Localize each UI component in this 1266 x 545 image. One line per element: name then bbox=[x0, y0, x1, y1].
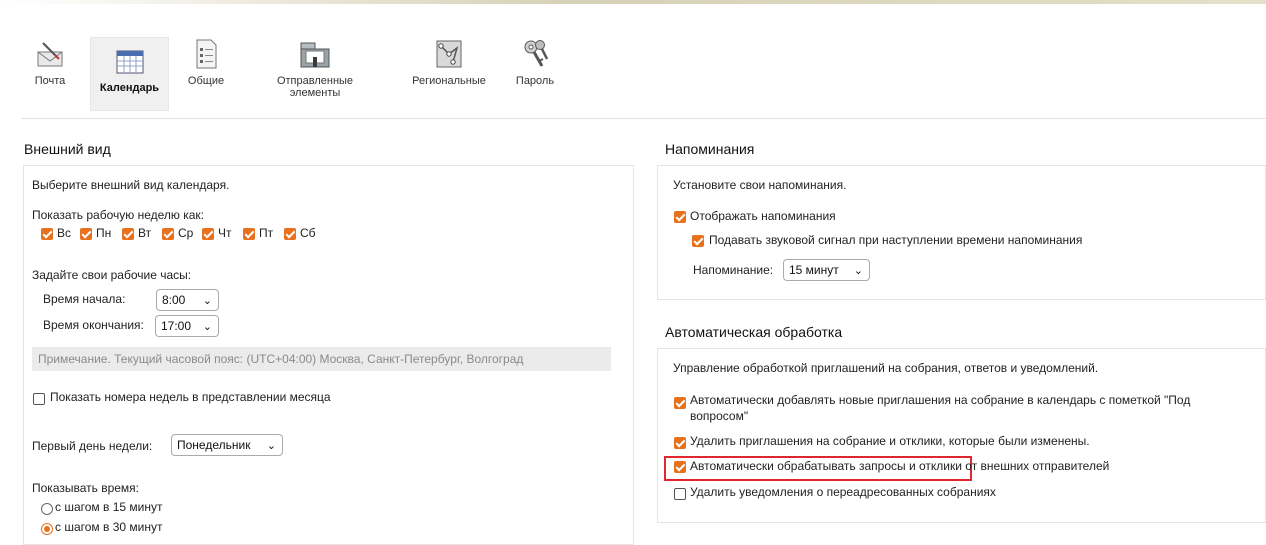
auto-add-invites-label-line1: Автоматически добавлять новые приглашени… bbox=[690, 393, 1191, 407]
time-step-15-label: с шагом в 15 минут bbox=[55, 500, 163, 514]
workweek-label: Показать рабочую неделю как: bbox=[32, 208, 204, 222]
time-step-30-label: с шагом в 30 минут bbox=[55, 520, 163, 534]
first-day-value: Понедельник bbox=[177, 438, 251, 452]
week-numbers-checkbox[interactable] bbox=[33, 393, 45, 405]
time-step-30-radio[interactable] bbox=[41, 523, 53, 535]
appearance-intro: Выберите внешний вид календаря. bbox=[32, 178, 230, 192]
reminders-title: Напоминания bbox=[665, 141, 755, 157]
reminder-time-value: 15 минут bbox=[789, 263, 839, 277]
day-label: Пт bbox=[259, 226, 274, 240]
delete-forward-notifications-checkbox[interactable] bbox=[674, 488, 686, 500]
regional-icon bbox=[432, 37, 466, 71]
day-label: Вс bbox=[57, 226, 72, 240]
end-time-value: 17:00 bbox=[161, 319, 192, 333]
week-numbers-label: Показать номера недель в представлении м… bbox=[50, 390, 331, 404]
toolbar-regional-label: Региональные bbox=[412, 75, 486, 87]
chevron-down-icon: ⌄ bbox=[853, 265, 863, 277]
settings-toolbar: Почта Календарь Общие Отправленные элеме… bbox=[21, 33, 1266, 119]
day-label: Вт bbox=[138, 226, 152, 240]
toolbar-sent-items-label-line2: элементы bbox=[289, 87, 341, 99]
auto-processing-title: Автоматическая обработка bbox=[665, 324, 843, 340]
appearance-title: Внешний вид bbox=[24, 141, 111, 157]
toolbar-mail-label: Почта bbox=[34, 75, 66, 87]
general-settings-icon bbox=[189, 37, 223, 71]
work-hours-label: Задайте свои рабочие часы: bbox=[32, 268, 192, 282]
toolbar-calendar[interactable]: Календарь bbox=[90, 37, 169, 111]
day-checkbox[interactable] bbox=[41, 228, 53, 240]
start-time-select[interactable]: 8:00 ⌄ bbox=[156, 289, 219, 311]
reminder-time-select[interactable]: 15 минут ⌄ bbox=[783, 259, 870, 281]
reminder-sound-checkbox[interactable] bbox=[692, 235, 704, 247]
day-label: Ср bbox=[178, 226, 194, 240]
chevron-down-icon: ⌄ bbox=[202, 321, 212, 333]
toolbar-sent-items[interactable]: Отправленные элементы bbox=[257, 37, 373, 99]
top-accent-line bbox=[0, 0, 1266, 4]
auto-processing-intro: Управление обработкой приглашений на соб… bbox=[673, 361, 1099, 375]
show-reminders-label: Отображать напоминания bbox=[690, 209, 836, 223]
day-label: Сб bbox=[300, 226, 316, 240]
process-external-requests-checkbox[interactable] bbox=[674, 461, 686, 473]
process-external-requests-label: Автоматически обрабатывать запросы и отк… bbox=[690, 459, 1110, 473]
password-keys-icon bbox=[518, 37, 552, 71]
sent-items-icon bbox=[298, 37, 332, 71]
day-checkbox[interactable] bbox=[80, 228, 92, 240]
time-step-15-radio[interactable] bbox=[41, 503, 53, 515]
day-checkbox[interactable] bbox=[202, 228, 214, 240]
day-checkbox[interactable] bbox=[243, 228, 255, 240]
delete-changed-invites-label: Удалить приглашения на собрание и отклик… bbox=[690, 434, 1090, 448]
timezone-note: Примечание. Текущий часовой пояс: (UTC+0… bbox=[32, 347, 611, 371]
day-checkbox[interactable] bbox=[162, 228, 174, 240]
start-time-label: Время начала: bbox=[43, 292, 126, 306]
auto-add-invites-label-line2: вопросом" bbox=[690, 409, 749, 423]
toolbar-general[interactable]: Общие bbox=[185, 37, 227, 87]
auto-add-invites-checkbox[interactable] bbox=[674, 397, 686, 409]
toolbar-password[interactable]: Пароль bbox=[512, 37, 558, 87]
toolbar-sent-items-label-line1: Отправленные bbox=[276, 75, 354, 87]
show-time-label: Показывать время: bbox=[32, 481, 140, 495]
reminder-sound-label: Подавать звуковой сигнал при наступлении… bbox=[709, 233, 1083, 247]
start-time-value: 8:00 bbox=[162, 293, 186, 307]
reminders-intro: Установите свои напоминания. bbox=[673, 178, 847, 192]
end-time-label: Время окончания: bbox=[43, 318, 144, 332]
day-label: Чт bbox=[218, 226, 232, 240]
toolbar-general-label: Общие bbox=[187, 75, 225, 87]
chevron-down-icon: ⌄ bbox=[202, 295, 212, 307]
toolbar-regional[interactable]: Региональные bbox=[405, 37, 493, 87]
day-checkbox[interactable] bbox=[284, 228, 296, 240]
chevron-down-icon: ⌄ bbox=[266, 440, 276, 452]
end-time-select[interactable]: 17:00 ⌄ bbox=[155, 315, 219, 337]
day-checkbox[interactable] bbox=[122, 228, 134, 240]
toolbar-mail[interactable]: Почта bbox=[25, 37, 75, 87]
delete-changed-invites-checkbox[interactable] bbox=[674, 437, 686, 449]
toolbar-calendar-label: Календарь bbox=[99, 82, 160, 94]
delete-forward-notifications-label: Удалить уведомления о переадресованных с… bbox=[690, 485, 996, 499]
calendar-icon bbox=[113, 44, 147, 78]
toolbar-password-label: Пароль bbox=[515, 75, 555, 87]
mail-icon bbox=[33, 37, 67, 71]
show-reminders-checkbox[interactable] bbox=[674, 211, 686, 223]
first-day-select[interactable]: Понедельник ⌄ bbox=[171, 434, 283, 456]
reminder-time-label: Напоминание: bbox=[693, 263, 774, 277]
first-day-label: Первый день недели: bbox=[32, 439, 153, 453]
day-label: Пн bbox=[96, 226, 112, 240]
